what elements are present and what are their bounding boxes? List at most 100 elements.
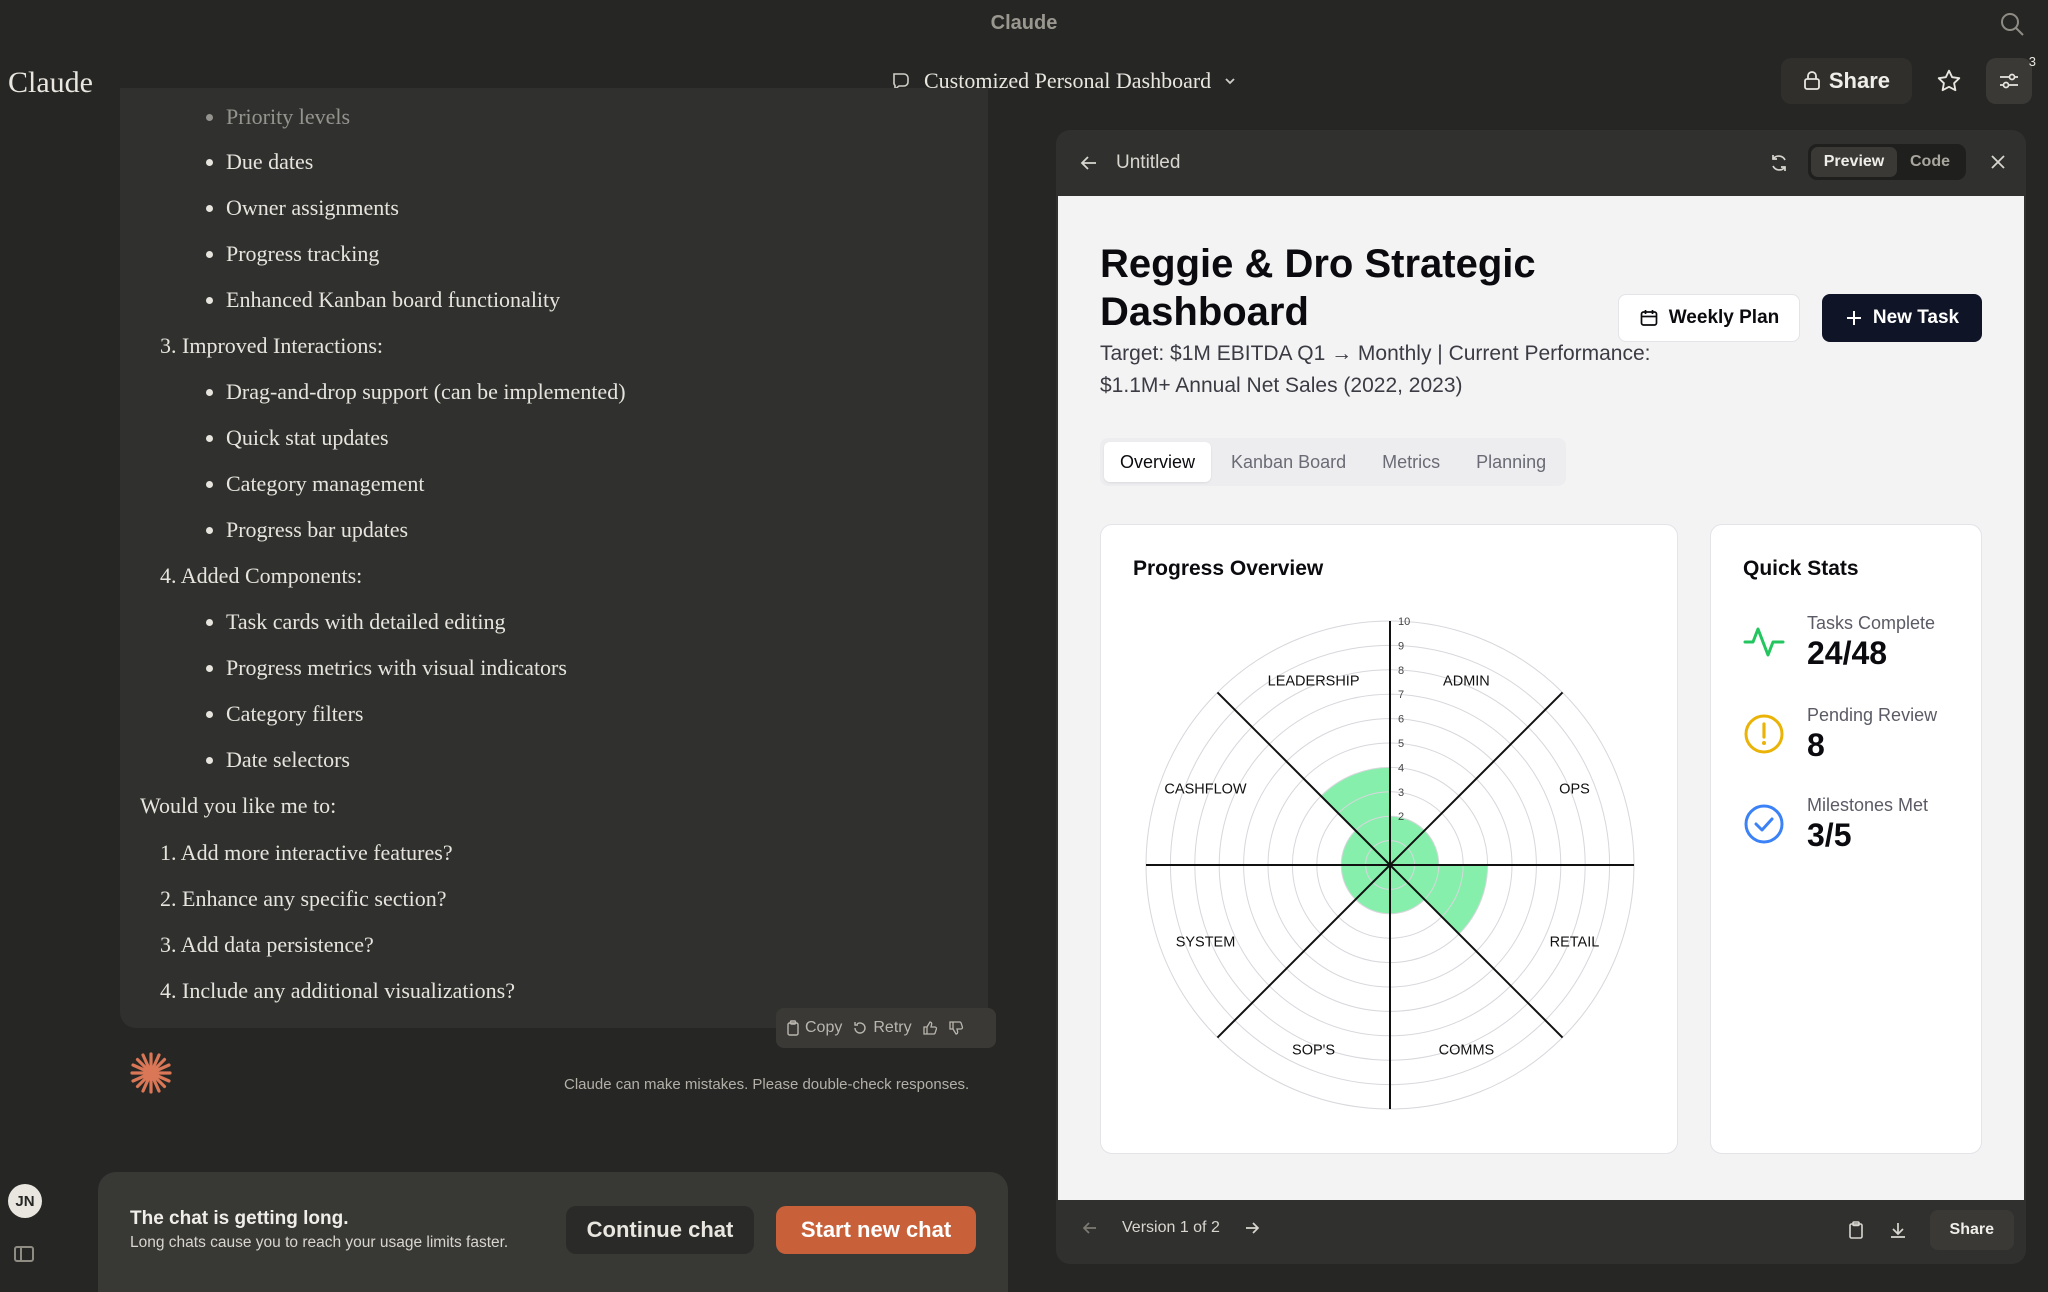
weekly-plan-button[interactable]: Weekly Plan [1618, 294, 1800, 342]
numbered-item: 3. Improved Interactions: [160, 333, 383, 358]
radar-chart: 2 3 4 5 6 7 8 9 10 ADMIN OPS RETAIL COMMS SOP'S SYSTEM… [1145, 616, 1635, 1110]
claude-logo[interactable]: Claude [8, 66, 93, 100]
chevron-down-icon [1225, 78, 1235, 85]
radar-category-label: SYSTEM [1176, 934, 1236, 950]
list-item: Date selectors [206, 747, 350, 772]
stat-value: 3/5 [1807, 817, 1852, 853]
preview-tab[interactable]: Preview [1811, 147, 1897, 177]
user-avatar[interactable]: JN [8, 1184, 42, 1218]
radar-tick-label: 2 [1398, 811, 1404, 823]
radar-category-label: CASHFLOW [1164, 782, 1246, 798]
weekly-plan-label: Weekly Plan [1668, 307, 1780, 328]
version-label: Version 1 of 2 [1122, 1219, 1220, 1236]
close-icon[interactable] [1988, 152, 2008, 172]
list-item: Category filters [205, 701, 364, 726]
radar-category-label: SOP'S [1292, 1042, 1335, 1058]
thumbs-up-icon[interactable] [922, 1020, 938, 1036]
radar-category-label: ADMIN [1443, 674, 1490, 690]
window-titlebar: Claude [0, 0, 2048, 46]
long-chat-subtext: Long chats cause you to reach your usage… [130, 1234, 509, 1251]
radar-category-label: COMMS [1439, 1042, 1495, 1058]
radar-tick-label: 7 [1398, 689, 1404, 701]
list-item: Task cards with detailed editing [206, 609, 506, 634]
share-button[interactable]: Share [1780, 58, 1912, 104]
plus-icon [1846, 311, 1861, 325]
previous-version-icon[interactable] [1080, 1218, 1100, 1238]
tab-overview[interactable]: Overview [1104, 442, 1212, 482]
numbered-item: 3. Add data persistence? [160, 932, 374, 957]
start-new-chat-button[interactable]: Start new chat [776, 1206, 976, 1254]
numbered-item: 4. Include any additional visualizations… [160, 978, 515, 1003]
retry-label: Retry [873, 1019, 912, 1036]
radar-tick-label: 10 [1398, 616, 1410, 628]
quick-stats-title: Quick Stats [1743, 557, 1859, 580]
radar-tick-label: 3 [1398, 787, 1404, 799]
artifact-panel: Untitled Preview Code Reggie & Dro Strat… [1056, 130, 2026, 1264]
stat-milestones-met: Milestones Met 3/5 [1743, 795, 1963, 875]
clipboard-icon [787, 1020, 799, 1036]
radar-tick-label: 8 [1398, 665, 1404, 677]
stat-label: Milestones Met [1807, 795, 1929, 815]
code-tab[interactable]: Code [1897, 147, 1963, 177]
disclaimer-text: Claude can make mistakes. Please double-… [564, 1076, 970, 1093]
tab-planning[interactable]: Planning [1460, 442, 1562, 482]
radar-category-label: LEADERSHIP [1268, 674, 1360, 690]
radar-tick-label: 4 [1398, 762, 1404, 774]
claude-spark-icon [130, 1052, 172, 1094]
radar-tick-label: 9 [1398, 640, 1404, 652]
radar-category-label: RETAIL [1550, 934, 1600, 950]
message-actions: Copy Retry [776, 1008, 996, 1048]
stat-tasks-complete: Tasks Complete 24/48 [1743, 613, 1963, 693]
list-item: Progress tracking [205, 241, 380, 266]
window-title: Claude [990, 11, 1058, 34]
search-icon[interactable] [1998, 10, 2026, 38]
tab-metrics[interactable]: Metrics [1366, 442, 1456, 482]
retry-icon [854, 1022, 867, 1034]
calendar-icon [1640, 310, 1658, 326]
settings-button[interactable]: 3 [1986, 54, 2036, 104]
list-item: Enhanced Kanban board functionality [205, 287, 561, 312]
list-item: Progress metrics with visual indicators [206, 655, 567, 680]
numbered-item: 1. Add more interactive features? [160, 840, 453, 865]
long-chat-heading: The chat is getting long. [130, 1208, 349, 1229]
stat-value: 8 [1807, 727, 1825, 763]
chat-message: Priority levels Due dates Owner assignment… [120, 88, 988, 1028]
clipboard-icon[interactable] [1846, 1220, 1866, 1240]
alert-circle-icon [1744, 714, 1784, 754]
star-button[interactable] [1926, 58, 1972, 104]
new-task-button[interactable]: New Task [1822, 294, 1982, 342]
share-label: Share [1828, 68, 1890, 93]
new-task-label: New Task [1872, 307, 1960, 328]
progress-overview-card: Progress Overview 2 3 4 5 6 7 8 9 10 ADMIN OPS RETA… [1100, 524, 1678, 1154]
quick-stats-card: Quick Stats Tasks Complete 24/48 Pending… [1710, 524, 1982, 1154]
next-version-icon[interactable] [1242, 1218, 1262, 1238]
activity-icon [1743, 627, 1785, 657]
numbered-item: 2. Enhance any specific section? [160, 886, 447, 911]
back-arrow-icon[interactable] [1078, 152, 1100, 174]
check-circle-icon [1744, 804, 1784, 844]
list-item: Progress bar updates [205, 517, 409, 542]
copy-button[interactable]: Copy [786, 1019, 842, 1037]
list-item: Quick stat updates [206, 425, 389, 450]
tab-kanban-board[interactable]: Kanban Board [1215, 442, 1362, 482]
continue-chat-button[interactable]: Continue chat [566, 1206, 754, 1254]
retry-button[interactable]: Retry [852, 1019, 912, 1037]
paragraph: Would you like me to: [140, 793, 337, 818]
sidebar-toggle-icon[interactable] [14, 1246, 34, 1262]
list-item: Category management [206, 471, 425, 496]
radar-category-label: OPS [1559, 782, 1590, 798]
artifact-preview: Reggie & Dro Strategic Dashboard Target:… [1058, 196, 2024, 1200]
artifact-header: Untitled Preview Code [1056, 130, 2026, 196]
refresh-icon[interactable] [1768, 152, 1790, 174]
list-item: Drag-and-drop support (can be implemente… [206, 379, 626, 404]
stat-value: 24/48 [1807, 635, 1888, 671]
radar-tick-label: 5 [1398, 738, 1404, 750]
radar-axis [1216, 864, 1391, 1039]
download-icon[interactable] [1888, 1220, 1908, 1240]
long-chat-banner: The chat is getting long. Long chats cau… [98, 1172, 1008, 1292]
dashboard-title: Reggie & Dro Strategic Dashboard [1100, 242, 1536, 334]
thumbs-down-icon[interactable] [948, 1020, 964, 1036]
artifact-share-button[interactable]: Share [1929, 1210, 2014, 1250]
stat-label: Pending Review [1807, 705, 1938, 725]
artifact-footer: Version 1 of 2 Share [1056, 1200, 2026, 1264]
